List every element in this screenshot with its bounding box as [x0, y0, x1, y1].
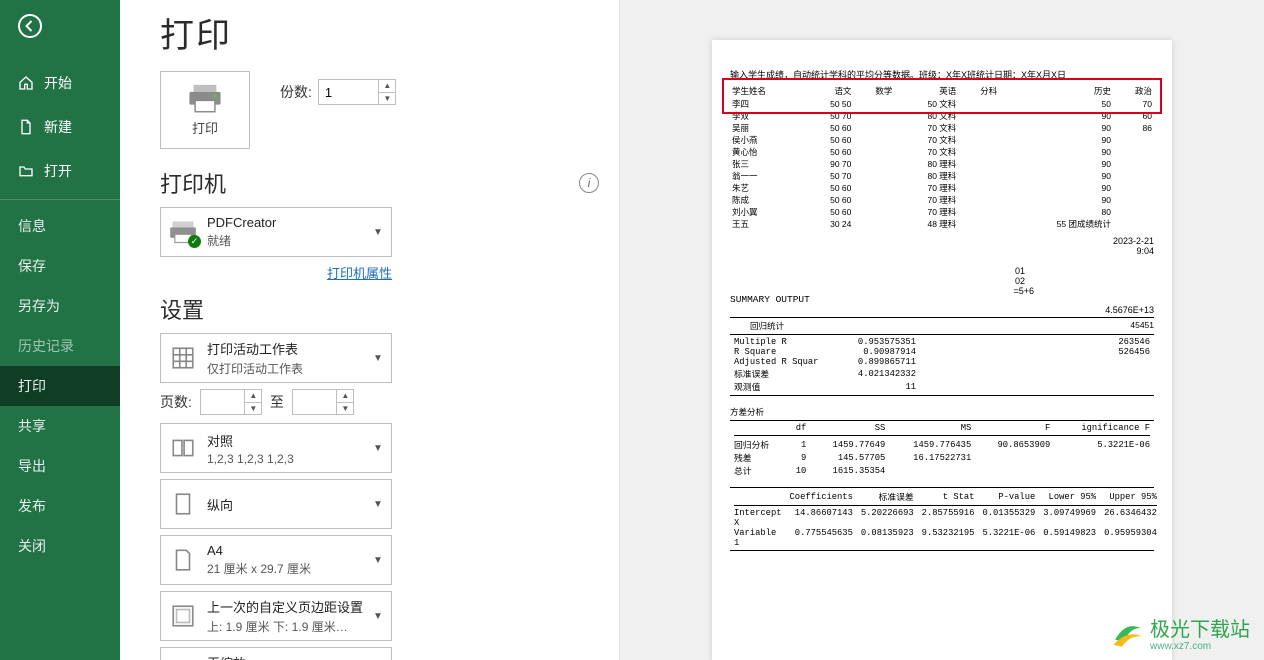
nav-label: 历史记录: [18, 336, 74, 356]
back-button[interactable]: [0, 0, 120, 61]
sheet-title: 输入学生成绩，自动统计学科的平均分等数据。班级：X年X班统计日期：X年X月X日: [730, 68, 1154, 81]
portrait-icon: [167, 491, 199, 517]
backstage-sidebar: 开始 新建 打开 信息 保存 另存为 历史记录 打印 共享 导出 发布 关闭: [0, 0, 120, 660]
pages-to-label: 至: [270, 392, 284, 412]
nav-label: 关闭: [18, 536, 46, 556]
nav-label: 保存: [18, 256, 46, 276]
student-table: 学生姓名语文数学英语分科历史政治 李四50 5050 文科5070李双50 70…: [730, 84, 1154, 230]
copies-field: 份数: ▲▼: [280, 79, 396, 105]
orientation-dropdown[interactable]: 纵向 ▼: [160, 479, 392, 529]
nav-home[interactable]: 开始: [0, 61, 120, 105]
chevron-down-icon: ▼: [371, 499, 385, 510]
chevron-down-icon[interactable]: ▼: [379, 93, 396, 106]
chevron-down-icon: ▼: [371, 353, 385, 364]
printer-name: PDFCreator: [207, 215, 363, 230]
nav-save[interactable]: 保存: [0, 246, 120, 286]
printer-section-title: 打印机: [160, 167, 226, 199]
nav-history[interactable]: 历史记录: [0, 326, 120, 366]
settings-section-title: 设置: [160, 293, 204, 325]
anova-table: dfSSMSFignificance F回归分析11459.776491459.…: [730, 423, 1154, 477]
scaling-dropdown[interactable]: 100 无缩放打印实际大小的工作表 ▼: [160, 647, 392, 660]
print-button-label: 打印: [192, 118, 218, 137]
nav-label: 打开: [44, 161, 72, 181]
regression-table: Multiple R0.953575351263546R Square0.909…: [730, 337, 1154, 393]
pages-range: 页数: ▲▼ 至 ▲▼: [160, 389, 599, 415]
sheet-icon: [167, 345, 199, 371]
printer-dropdown[interactable]: ✓ PDFCreator 就绪 ▼: [160, 207, 392, 257]
nav-open[interactable]: 打开: [0, 149, 120, 193]
nav-label: 信息: [18, 216, 46, 236]
nav-export[interactable]: 导出: [0, 446, 120, 486]
margins-icon: [167, 603, 199, 629]
preview-page: 输入学生成绩，自动统计学科的平均分等数据。班级：X年X班统计日期：X年X月X日 …: [712, 40, 1172, 660]
nav-label: 共享: [18, 416, 46, 436]
printer-info-icon[interactable]: i: [579, 173, 599, 193]
nav-label: 打印: [18, 376, 46, 396]
collate-icon: [167, 435, 199, 461]
chevron-down-icon: ▼: [371, 555, 385, 566]
nav-saveas[interactable]: 另存为: [0, 286, 120, 326]
nav-publish[interactable]: 发布: [0, 486, 120, 526]
print-what-dropdown[interactable]: 打印活动工作表仅打印活动工作表 ▼: [160, 333, 392, 383]
nav-print[interactable]: 打印: [0, 366, 120, 406]
printer-status: 就绪: [207, 232, 363, 249]
margins-dropdown[interactable]: 上一次的自定义页边距设置上: 1.9 厘米 下: 1.9 厘米… ▼: [160, 591, 392, 641]
nav-label: 发布: [18, 496, 46, 516]
print-settings-pane: 打印 打印 份数: ▲▼ 打印机 i: [120, 0, 620, 660]
copies-spinner[interactable]: ▲▼: [378, 79, 396, 105]
nav-new[interactable]: 新建: [0, 105, 120, 149]
open-folder-icon: [18, 163, 34, 179]
nav-label: 另存为: [18, 296, 60, 316]
nav-label: 新建: [44, 117, 72, 137]
printer-icon: [188, 84, 222, 114]
pages-from-label: 页数:: [160, 392, 192, 412]
chevron-down-icon: ▼: [371, 227, 385, 238]
coefficients-table: Coefficients标准误差t StatP-valueLower 95%Up…: [730, 490, 1161, 548]
nav-label: 导出: [18, 456, 46, 476]
timestamp: 2023-2-21 9:04: [730, 236, 1154, 256]
print-button[interactable]: 打印: [160, 71, 250, 149]
anova-label: 方差分析: [730, 406, 1154, 418]
chevron-up-icon[interactable]: ▲: [379, 79, 396, 93]
regression-stats-label: 回归统计: [750, 320, 784, 332]
ready-check-icon: ✓: [188, 235, 201, 248]
pdf-printer-icon: ✓: [167, 218, 199, 246]
print-preview-area: 输入学生成绩，自动统计学科的平均分等数据。班级：X年X班统计日期：X年X月X日 …: [620, 0, 1264, 660]
summary-output-label: SUMMARY OUTPUT: [730, 294, 810, 305]
nav-info[interactable]: 信息: [0, 206, 120, 246]
printer-properties-link[interactable]: 打印机属性: [327, 266, 392, 281]
chevron-down-icon: ▼: [371, 443, 385, 454]
home-icon: [18, 75, 34, 91]
collate-dropdown[interactable]: 对照1,2,3 1,2,3 1,2,3 ▼: [160, 423, 392, 473]
nav-label: 开始: [44, 73, 72, 93]
copies-label: 份数:: [280, 82, 312, 102]
page-icon: [167, 547, 199, 573]
nav-close[interactable]: 关闭: [0, 526, 120, 566]
page-title: 打印: [160, 8, 599, 57]
paper-size-dropdown[interactable]: A421 厘米 x 29.7 厘米 ▼: [160, 535, 392, 585]
new-file-icon: [18, 119, 34, 135]
chevron-down-icon: ▼: [371, 611, 385, 622]
nav-share[interactable]: 共享: [0, 406, 120, 446]
